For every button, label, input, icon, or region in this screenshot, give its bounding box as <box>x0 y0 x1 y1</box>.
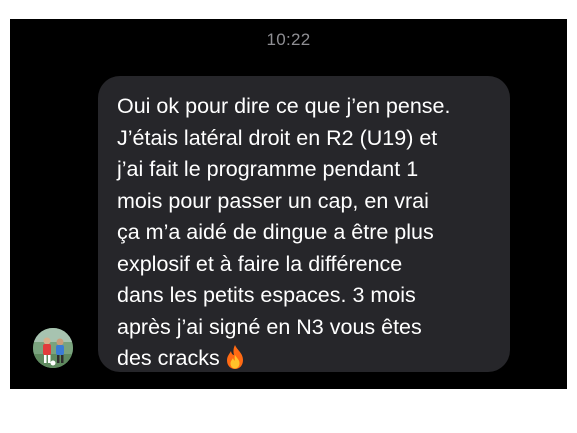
message-line: J’étais latéral droit en R2 (U19) et <box>117 125 438 150</box>
message-last-line: des cracks <box>117 343 496 380</box>
message-line: explosif et à faire la différence <box>117 251 403 276</box>
message-timestamp: 10:22 <box>266 30 311 49</box>
message-line: j’ai fait le programme pendant 1 <box>117 157 419 181</box>
chat-screen: 10:22 Oui ok pour dire ce que j’en pense… <box>10 19 567 389</box>
message-line: après j’ai signé en N3 vous êtes <box>117 314 422 339</box>
avatar[interactable] <box>33 328 73 368</box>
message-line: ça m’a aidé de dingue a être plus <box>117 220 434 244</box>
message-bubble[interactable]: Oui ok pour dire ce que j’en pense. J’ét… <box>98 76 510 372</box>
message-line: Oui ok pour dire ce que j’en pense. <box>117 94 451 118</box>
message-line: mois pour passer un cap, en vrai <box>117 188 429 213</box>
message-line: dans les petits espaces. 3 mois <box>117 283 416 307</box>
fire-icon <box>224 344 246 380</box>
message-line: des cracks <box>117 346 220 370</box>
